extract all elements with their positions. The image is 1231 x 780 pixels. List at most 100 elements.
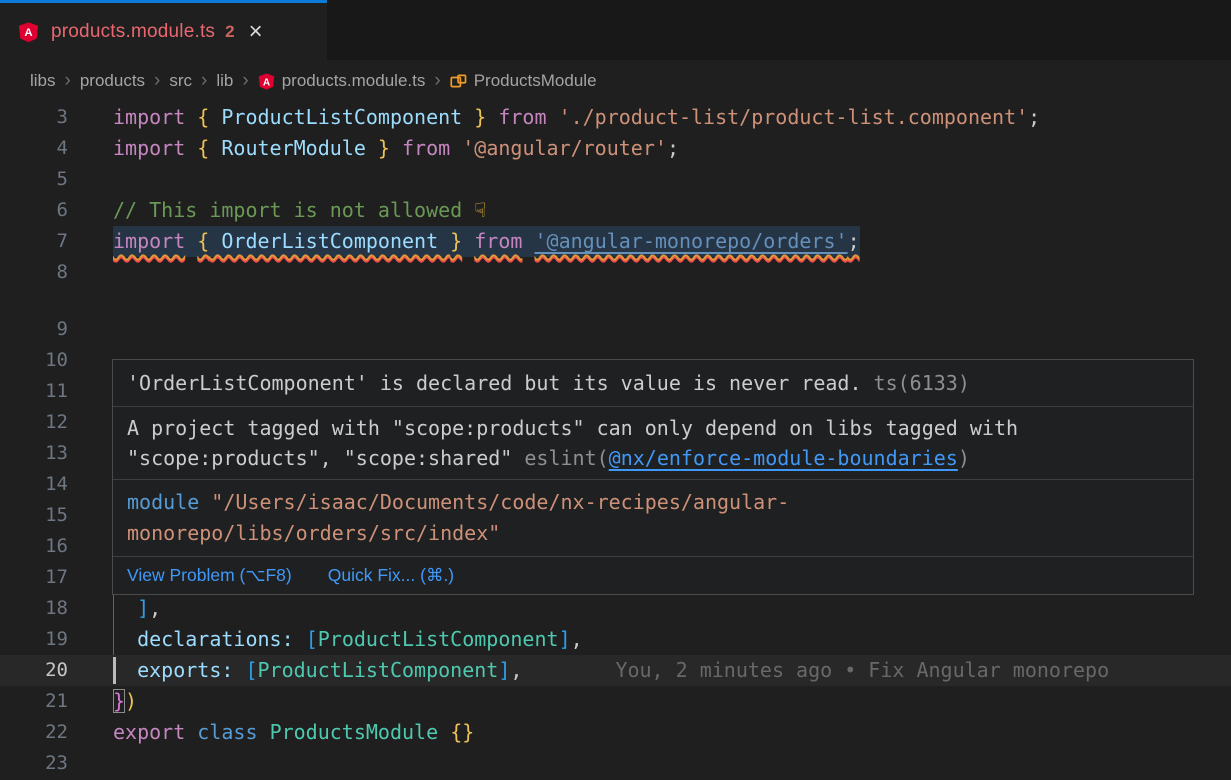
git-blame-annotation: You, 2 minutes ago • Fix Angular monorep…: [615, 658, 1109, 682]
hover-text: ): [958, 446, 970, 470]
hover-message-0: 'OrderListComponent' is declared but its…: [113, 360, 1193, 406]
line-number[interactable]: 6: [0, 195, 113, 226]
line-number[interactable]: 4: [0, 133, 113, 164]
token: ]: [137, 596, 149, 620]
token: '@angular-monorepo/orders': [534, 229, 847, 253]
token: [486, 105, 498, 129]
line-content[interactable]: [113, 164, 1231, 195]
code-line-19: 19 declarations: [ProductListComponent],: [0, 624, 1231, 655]
line-content[interactable]: import { OrderListComponent } from '@ang…: [113, 226, 1231, 257]
breadcrumb-item-src[interactable]: src: [169, 71, 192, 91]
line-content[interactable]: [113, 748, 1231, 779]
line-content[interactable]: declarations: [ProductListComponent],: [113, 624, 1231, 655]
eslint-rule-link[interactable]: @nx/enforce-module-boundaries: [609, 446, 958, 470]
token: ): [125, 689, 137, 713]
token: ,: [571, 627, 583, 651]
token: ProductListComponent: [318, 627, 559, 651]
line-number[interactable]: 10: [0, 345, 113, 376]
line-number[interactable]: 13: [0, 438, 113, 469]
line-content[interactable]: exports: [ProductListComponent],You, 2 m…: [113, 655, 1231, 686]
hover-message-2: module "/Users/isaac/Documents/code/nx-r…: [113, 479, 1193, 556]
indent-guide: [113, 593, 114, 624]
line-number[interactable]: 14: [0, 469, 113, 500]
token: OrderListComponent: [209, 229, 450, 253]
token: [522, 229, 534, 253]
hover-text: 'OrderListComponent' is declared but its…: [127, 371, 862, 395]
line-number[interactable]: 11: [0, 376, 113, 407]
line-number[interactable]: 15: [0, 500, 113, 531]
line-number[interactable]: 8: [0, 257, 113, 288]
code-line-6: 6// This import is not allowed ☟: [0, 195, 1231, 226]
token: import: [113, 136, 185, 160]
line-number[interactable]: 18: [0, 593, 113, 624]
hover-action-quick[interactable]: Quick Fix... (⌘.): [328, 565, 454, 586]
line-number[interactable]: 3: [0, 102, 113, 133]
line-number[interactable]: 23: [0, 748, 113, 779]
close-icon[interactable]: ×: [249, 20, 263, 44]
line-number[interactable]: 9: [0, 314, 113, 345]
token: import: [113, 229, 185, 253]
breadcrumb-item-productsmodule[interactable]: ProductsModule: [450, 71, 597, 91]
token: export: [113, 720, 185, 744]
hover-text: "scope:products", "scope:shared": [127, 446, 524, 470]
token: [233, 658, 245, 682]
line-number[interactable]: 17: [0, 562, 113, 593]
token: ]: [559, 627, 571, 651]
token: [462, 229, 474, 253]
token: [113, 596, 137, 620]
line-number[interactable]: 16: [0, 531, 113, 562]
breadcrumb-item-libs[interactable]: libs: [30, 71, 56, 91]
line-number[interactable]: 20: [0, 655, 113, 686]
line-content[interactable]: ],: [113, 593, 1231, 624]
line-number[interactable]: 12: [0, 407, 113, 438]
line-number[interactable]: 22: [0, 717, 113, 748]
line-number[interactable]: 19: [0, 624, 113, 655]
line-content[interactable]: // This import is not allowed ☟: [113, 195, 1231, 226]
token: class: [197, 720, 257, 744]
token: ,: [149, 596, 161, 620]
breadcrumb-label: ProductsModule: [474, 71, 597, 91]
line-number[interactable]: 7: [0, 226, 113, 257]
breadcrumb-label: products.module.ts: [282, 71, 426, 91]
line-gap: [0, 288, 1231, 314]
error-hover-tooltip: 'OrderListComponent' is declared but its…: [112, 359, 1194, 595]
token: [185, 229, 197, 253]
text-cursor: [113, 657, 116, 684]
token: [185, 105, 197, 129]
line-number[interactable]: 21: [0, 686, 113, 717]
breadcrumb-item-lib[interactable]: lib: [216, 71, 233, 91]
tab-problem-count-badge: 2: [225, 22, 234, 42]
token: import: [113, 105, 185, 129]
token: }: [113, 689, 125, 713]
code-line-22: 22export class ProductsModule {}: [0, 717, 1231, 748]
hover-text: eslint(: [524, 446, 608, 470]
token: ;: [667, 136, 679, 160]
breadcrumb-label: src: [169, 71, 192, 91]
token: [185, 720, 197, 744]
hover-action-view[interactable]: View Problem (⌥F8): [127, 565, 292, 586]
breadcrumb-item-products[interactable]: products: [80, 71, 145, 91]
hover-message-line: A project tagged with "scope:products" c…: [127, 413, 1179, 443]
breadcrumb-separator: ›: [154, 70, 160, 92]
breadcrumb-label: products: [80, 71, 145, 91]
code-line-4: 4import { RouterModule } from '@angular/…: [0, 133, 1231, 164]
line-content[interactable]: import { ProductListComponent } from './…: [113, 102, 1231, 133]
token: declarations:: [137, 627, 294, 651]
token: ProductListComponent: [258, 658, 499, 682]
code-line-3: 3import { ProductListComponent } from '.…: [0, 102, 1231, 133]
line-content[interactable]: import { RouterModule } from '@angular/r…: [113, 133, 1231, 164]
line-content[interactable]: export class ProductsModule {}: [113, 717, 1231, 748]
token: }: [378, 136, 390, 160]
token: from: [402, 136, 450, 160]
line-content[interactable]: }): [113, 686, 1231, 717]
error-highlight-range: import { OrderListComponent } from '@ang…: [113, 226, 860, 257]
svg-text:A: A: [263, 77, 271, 88]
token: './product-list/product-list.component': [559, 105, 1029, 129]
line-number[interactable]: 5: [0, 164, 113, 195]
line-content[interactable]: [113, 257, 1231, 288]
line-content[interactable]: [113, 314, 1231, 345]
token: from: [498, 105, 546, 129]
tab-products-module[interactable]: A products.module.ts 2 ×: [0, 0, 327, 60]
hover-text: module: [127, 490, 199, 514]
breadcrumb-item-products-module-ts[interactable]: Aproducts.module.ts: [258, 71, 426, 91]
